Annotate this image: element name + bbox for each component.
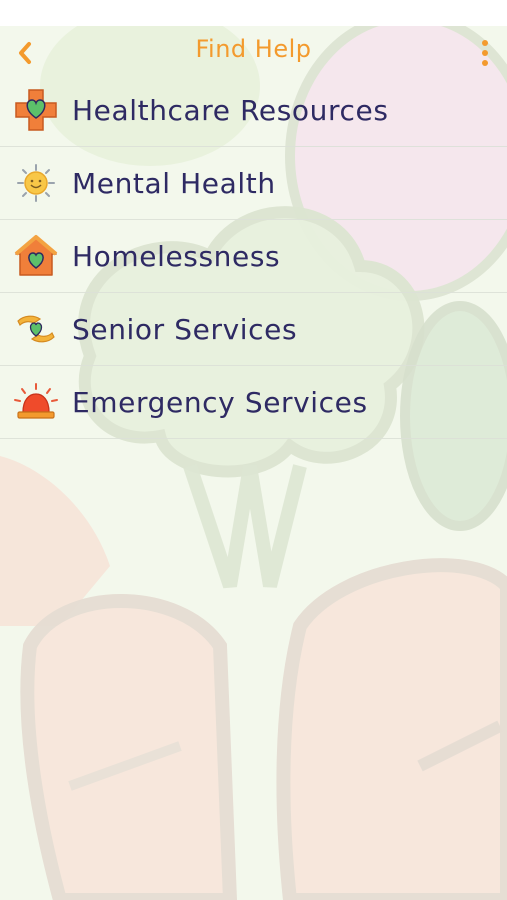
siren-icon: [12, 378, 60, 426]
hands-heart-icon: [12, 305, 60, 353]
list-item-label: Senior Services: [72, 312, 298, 346]
list-item-healthcare-resources[interactable]: Healthcare Resources: [0, 74, 507, 147]
help-category-list: Healthcare Resources Mental Health Homel…: [0, 74, 507, 439]
list-item-mental-health[interactable]: Mental Health: [0, 147, 507, 220]
list-item-label: Emergency Services: [72, 385, 368, 419]
medical-cross-heart-icon: [12, 86, 60, 134]
vertical-dots-icon: [482, 40, 488, 46]
status-bar: [0, 0, 507, 26]
app-screen: Find Help Healthcare Resources Mental He…: [0, 26, 507, 900]
more-options-button[interactable]: [477, 38, 493, 68]
list-item-senior-services[interactable]: Senior Services: [0, 293, 507, 366]
list-item-emergency-services[interactable]: Emergency Services: [0, 366, 507, 439]
smiling-sun-icon: [12, 159, 60, 207]
house-heart-icon: [12, 232, 60, 280]
navigation-bar: Find Help: [0, 26, 507, 78]
list-item-label: Homelessness: [72, 239, 281, 273]
list-item-homelessness[interactable]: Homelessness: [0, 220, 507, 293]
list-item-label: Mental Health: [72, 166, 276, 200]
page-title: Find Help: [195, 35, 312, 63]
list-item-label: Healthcare Resources: [72, 93, 389, 127]
